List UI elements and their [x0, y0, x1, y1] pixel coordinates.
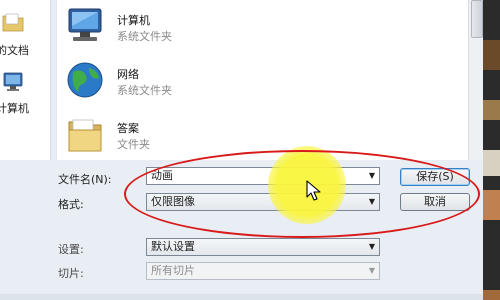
documents-folder-icon	[2, 12, 24, 32]
list-item[interactable]: 计算机 系统文件夹	[61, 2, 361, 48]
slices-select[interactable]: 所有切片 ▼	[146, 262, 380, 280]
scrollbar-thumb[interactable]	[471, 0, 483, 38]
file-list: 计算机 系统文件夹 网络 系统文件夹 答案 文件夹	[56, 0, 469, 160]
nav-item-label: 的文档	[0, 44, 29, 57]
window-bottom-edge	[0, 294, 483, 300]
file-type: 系统文件夹	[117, 30, 172, 43]
filename-label: 文件名(N):	[58, 173, 112, 186]
vertical-scrollbar[interactable]	[468, 0, 483, 160]
chevron-down-icon: ▼	[368, 266, 375, 275]
navigation-pane: 的文档 计算机	[0, 0, 51, 160]
file-name: 答案	[117, 122, 139, 135]
network-globe-icon	[63, 60, 107, 100]
nav-item-label: 计算机	[0, 102, 29, 115]
file-type: 文件夹	[117, 138, 150, 151]
computer-icon	[63, 6, 107, 46]
background-window-edge	[483, 0, 500, 300]
settings-value: 默认设置	[151, 240, 195, 253]
slices-value: 所有切片	[151, 264, 195, 277]
file-name: 计算机	[117, 14, 150, 27]
chevron-down-icon[interactable]: ▼	[369, 239, 375, 255]
mouse-pointer-icon	[306, 180, 322, 202]
computer-icon	[2, 72, 24, 92]
slices-label: 切片:	[58, 267, 84, 280]
settings-select[interactable]: 默认设置 ▼	[146, 238, 380, 256]
list-item[interactable]: 网络 系统文件夹	[61, 56, 361, 102]
file-type: 系统文件夹	[117, 84, 172, 97]
settings-label: 设置:	[58, 243, 84, 256]
folder-icon	[63, 114, 107, 154]
red-annotation-ellipse	[124, 150, 480, 238]
format-label: 格式:	[58, 198, 84, 211]
file-name: 网络	[117, 68, 139, 81]
